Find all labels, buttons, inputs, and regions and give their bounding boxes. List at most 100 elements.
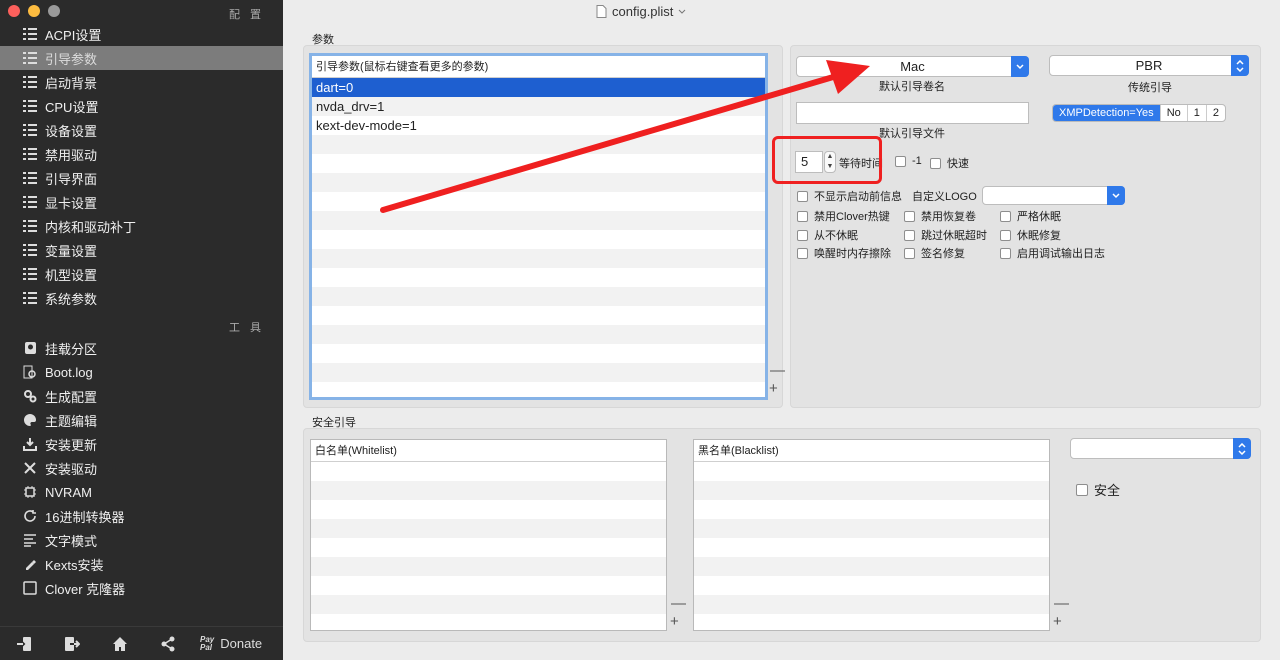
sidebar-item[interactable]: 机型设置 [0,262,283,286]
table-row[interactable] [311,614,666,630]
table-row[interactable]: nvda_drv=1 [312,97,765,116]
minimize-window-button[interactable] [28,5,40,17]
table-row[interactable] [312,173,765,192]
sidebar-item[interactable]: 显卡设置 [0,190,283,214]
import-icon[interactable] [0,636,48,652]
custom-logo-select[interactable] [982,186,1125,205]
table-row[interactable] [694,500,1049,519]
table-row[interactable] [312,135,765,154]
add-arg-button[interactable]: + [769,381,778,396]
table-row[interactable] [311,481,666,500]
option-checkbox[interactable]: 唤醒时内存擦除 [797,245,891,261]
table-row[interactable] [694,519,1049,538]
add-blacklist-button[interactable]: + [1053,614,1062,629]
add-whitelist-button[interactable]: + [670,614,679,629]
table-row[interactable] [311,519,666,538]
default-loader-field[interactable] [796,102,1029,124]
table-row[interactable] [312,325,765,344]
option-checkbox[interactable]: 启用调试输出日志 [1000,245,1105,261]
table-row[interactable]: dart=0 [312,78,765,97]
table-row[interactable] [694,595,1049,614]
sidebar-item[interactable]: ACPI设置 [0,22,283,46]
sidebar: 配置 ACPI设置 引导参数 启动背景 CPU设置 设备设置 禁用驱动 引导界面 显卡设置 内核… [0,0,283,660]
table-row[interactable] [311,462,666,481]
no-early-progress-checkbox[interactable]: 不显示启动前信息 [797,188,902,204]
sidebar-item[interactable]: 系统参数 [0,286,283,310]
option-checkbox[interactable]: 禁用Clover热键 [797,208,890,224]
remove-blacklist-button[interactable]: — [1054,596,1069,611]
table-row[interactable] [312,230,765,249]
sidebar-item[interactable]: 文字模式 [0,528,283,552]
sidebar-item[interactable]: 16进制转换器 [0,504,283,528]
sidebar-item[interactable]: 引导界面 [0,166,283,190]
timeout-field[interactable]: 5 [795,151,823,173]
sidebar-item[interactable]: 设备设置 [0,118,283,142]
share-icon[interactable] [144,636,192,652]
zoom-window-button[interactable] [48,5,60,17]
legacy-boot-select[interactable]: PBR [1049,55,1249,76]
sidebar-item[interactable]: 启动背景 [0,70,283,94]
table-row[interactable] [694,538,1049,557]
xmp-1-segment[interactable]: 1 [1188,105,1207,121]
sidebar-item[interactable]: Clover 克隆器 [0,576,283,600]
table-row[interactable] [312,363,765,382]
window-title[interactable]: config.plist [596,4,686,19]
option-checkbox[interactable]: 跳过休眠超时 [904,227,987,243]
table-row[interactable] [694,557,1049,576]
xmp-2-segment[interactable]: 2 [1207,105,1225,121]
timeout-minus-one-checkbox[interactable]: -1 [895,155,922,167]
table-row[interactable] [312,211,765,230]
export-icon[interactable] [48,636,96,652]
fast-checkbox[interactable]: 快速 [930,155,969,171]
table-row[interactable] [312,306,765,325]
xmp-no-segment[interactable]: No [1161,105,1188,121]
table-row[interactable] [694,614,1049,630]
sidebar-item[interactable]: Kexts安装 [0,552,283,576]
close-window-button[interactable] [8,5,20,17]
table-row[interactable] [694,462,1049,481]
option-checkbox[interactable]: 禁用恢复卷 [904,208,976,224]
sidebar-item[interactable]: CPU设置 [0,94,283,118]
table-row[interactable] [311,576,666,595]
secure-policy-select[interactable] [1070,438,1251,459]
sidebar-item[interactable]: 变量设置 [0,238,283,262]
table-row[interactable] [312,268,765,287]
table-row[interactable] [312,344,765,363]
option-checkbox[interactable]: 休眠修复 [1000,227,1061,243]
sidebar-item[interactable]: 主题编辑 [0,408,283,432]
table-row[interactable] [312,249,765,268]
table-row[interactable] [312,192,765,211]
xmp-yes-segment[interactable]: XMPDetection=Yes [1053,105,1161,121]
sidebar-item[interactable]: 安装驱动 [0,456,283,480]
table-row[interactable] [311,500,666,519]
table-row[interactable] [694,576,1049,595]
home-icon[interactable] [96,636,144,652]
table-row[interactable] [312,154,765,173]
table-row[interactable]: kext-dev-mode=1 [312,116,765,135]
option-checkbox[interactable]: 从不休眠 [797,227,858,243]
blacklist-table[interactable]: 黑名单(Blacklist) [693,439,1050,631]
table-row[interactable] [311,538,666,557]
timeout-stepper[interactable]: ▲ ▼ [824,151,836,173]
option-checkbox[interactable]: 签名修复 [904,245,965,261]
sidebar-item[interactable]: Boot.log [0,360,283,384]
remove-whitelist-button[interactable]: — [671,596,686,611]
boot-args-table[interactable]: 引导参数(鼠标右键查看更多的参数) dart=0 nvda_drv=1 kext-d… [309,53,768,400]
sidebar-item[interactable]: 引导参数 [0,46,283,70]
table-row[interactable] [311,595,666,614]
sidebar-item[interactable]: 挂载分区 [0,336,283,360]
sidebar-item[interactable]: 内核和驱动补丁 [0,214,283,238]
default-volume-select[interactable]: Mac [796,56,1029,77]
sidebar-item[interactable]: NVRAM [0,480,283,504]
remove-arg-button[interactable]: — [770,363,785,378]
table-row[interactable] [312,287,765,306]
sidebar-item[interactable]: 安装更新 [0,432,283,456]
whitelist-table[interactable]: 白名单(Whitelist) [310,439,667,631]
table-row[interactable] [311,557,666,576]
table-row[interactable] [694,481,1049,500]
sidebar-item[interactable]: 生成配置 [0,384,283,408]
sidebar-item[interactable]: 禁用驱动 [0,142,283,166]
option-checkbox[interactable]: 严格休眠 [1000,208,1061,224]
donate-button[interactable]: Pay Pal Donate [200,635,262,652]
secure-checkbox[interactable]: 安全 [1076,480,1120,499]
